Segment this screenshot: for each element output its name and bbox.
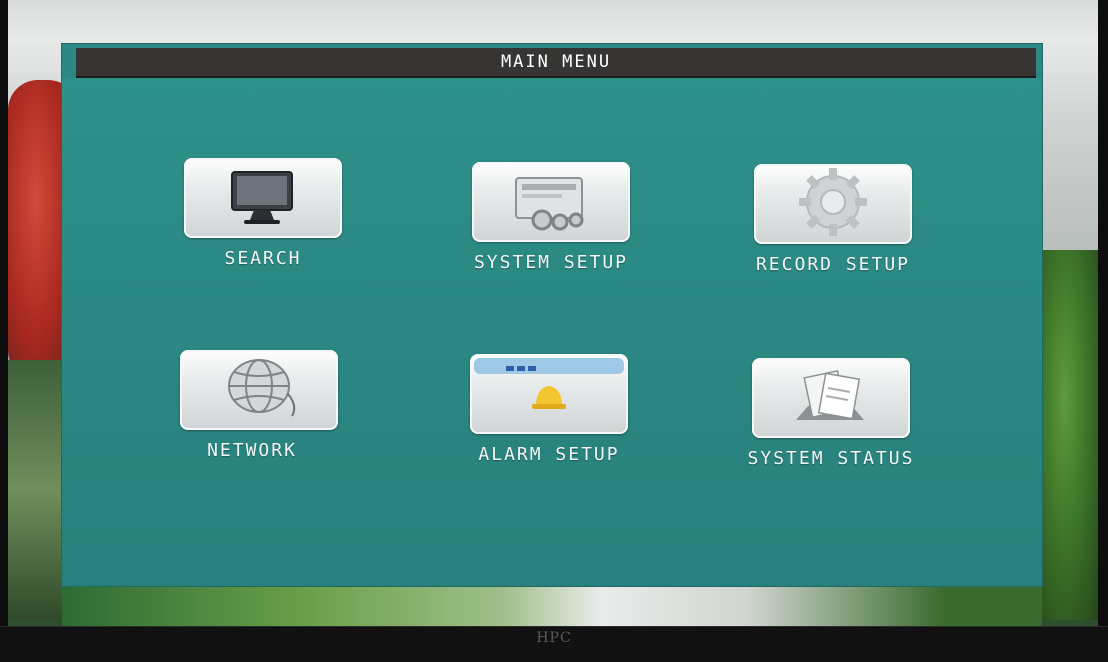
background-plant-left <box>8 360 68 620</box>
documents-status-icon <box>796 370 864 420</box>
menu-item-network[interactable] <box>180 350 338 430</box>
main-menu-window: MAIN MENU SEARCH SYSTEM SETUP RECORD SET… <box>62 44 1042 586</box>
menu-label-alarm-setup[interactable]: ALARM SETUP <box>429 444 669 465</box>
alarm-bell-window-icon <box>474 358 624 409</box>
background-bottom-strip <box>62 586 1042 626</box>
menu-label-search[interactable]: SEARCH <box>143 248 383 269</box>
menu-item-alarm-setup[interactable] <box>470 354 628 434</box>
gear-icon <box>799 168 867 236</box>
menu-label-network[interactable]: NETWORK <box>132 440 372 461</box>
menu-label-record-setup[interactable]: RECORD SETUP <box>713 254 953 275</box>
menu-label-system-setup[interactable]: SYSTEM SETUP <box>431 252 671 273</box>
monitor-bezel-right <box>1098 0 1108 661</box>
menu-label-system-status[interactable]: SYSTEM STATUS <box>711 448 951 469</box>
menu-grid: SEARCH SYSTEM SETUP RECORD SETUP NETWORK… <box>62 78 1042 586</box>
menu-item-record-setup[interactable] <box>754 164 912 244</box>
menu-item-system-setup[interactable] <box>472 162 630 242</box>
menu-item-system-status[interactable] <box>752 358 910 438</box>
monitor-brand-logo: HPC <box>536 630 572 646</box>
monitor-icon <box>231 171 293 224</box>
window-title: MAIN MENU <box>76 48 1036 78</box>
monitor-bezel-left <box>0 0 8 661</box>
menu-item-search[interactable] <box>184 158 342 238</box>
globe-icon <box>228 359 296 417</box>
settings-gears-icon <box>515 177 584 231</box>
